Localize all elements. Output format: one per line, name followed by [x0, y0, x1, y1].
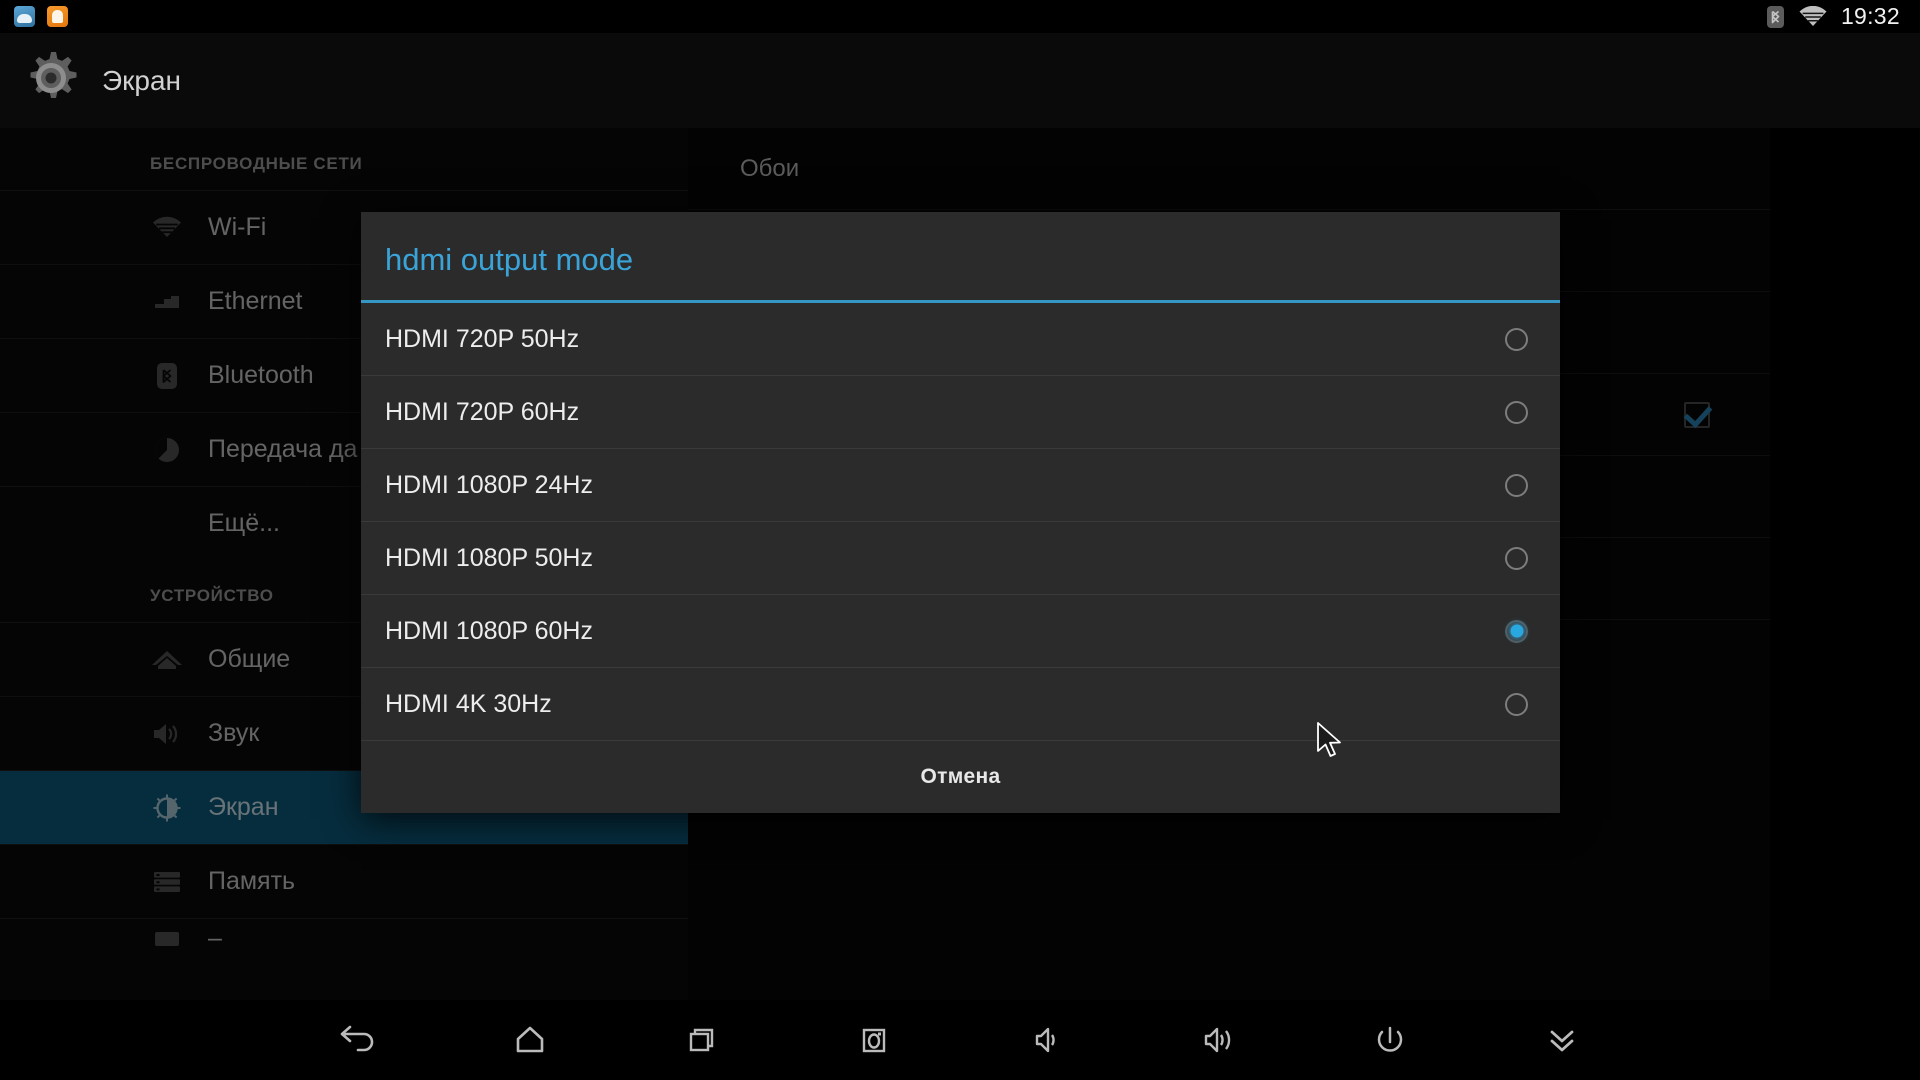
- option-row[interactable]: HDMI 720P 60Hz: [361, 376, 1560, 449]
- option-row-selected[interactable]: HDMI 1080P 60Hz: [361, 595, 1560, 668]
- radio-button-selected[interactable]: [1505, 619, 1528, 643]
- gear-icon[interactable]: [22, 49, 80, 112]
- home-icon[interactable]: [502, 1012, 558, 1068]
- downloads-icon: [14, 6, 35, 27]
- collapse-icon[interactable]: [1534, 1012, 1590, 1068]
- back-icon[interactable]: [330, 1012, 386, 1068]
- action-bar: Экран: [0, 33, 1920, 128]
- option-label: HDMI 1080P 50Hz: [385, 543, 593, 572]
- radio-button[interactable]: [1505, 327, 1528, 351]
- option-label: HDMI 720P 60Hz: [385, 397, 580, 426]
- option-row[interactable]: HDMI 720P 50Hz: [361, 303, 1560, 376]
- volume-down-icon[interactable]: [1018, 1012, 1074, 1068]
- status-bar-system[interactable]: 19:32: [1766, 3, 1920, 30]
- option-row[interactable]: HDMI 4K 30Hz: [361, 668, 1560, 741]
- app-icon-orange: [47, 6, 68, 27]
- dialog-title-bar: hdmi output mode: [361, 212, 1560, 300]
- radio-button[interactable]: [1505, 473, 1528, 497]
- radio-button[interactable]: [1505, 546, 1528, 570]
- screenshot-icon[interactable]: [846, 1012, 902, 1068]
- dialog-title: hdmi output mode: [385, 242, 634, 277]
- volume-up-icon[interactable]: [1190, 1012, 1246, 1068]
- power-icon[interactable]: [1362, 1012, 1418, 1068]
- hdmi-output-mode-dialog: hdmi output mode HDMI 720P 50Hz HDMI 720…: [361, 212, 1560, 813]
- option-row[interactable]: HDMI 1080P 24Hz: [361, 449, 1560, 522]
- android-settings-screen: 19:32 Экран БЕСПРОВОДНЫЕ СЕТИ: [0, 0, 1920, 1080]
- recents-icon[interactable]: [674, 1012, 730, 1068]
- option-row[interactable]: HDMI 1080P 50Hz: [361, 522, 1560, 595]
- option-label: HDMI 1080P 24Hz: [385, 470, 593, 499]
- page-title: Экран: [102, 64, 181, 96]
- radio-button[interactable]: [1505, 400, 1528, 424]
- option-label: HDMI 720P 50Hz: [385, 324, 580, 353]
- option-label: HDMI 1080P 60Hz: [385, 616, 593, 645]
- cancel-button[interactable]: Отмена: [921, 765, 1001, 789]
- dialog-footer: Отмена: [361, 741, 1560, 813]
- radio-button[interactable]: [1505, 692, 1528, 716]
- option-label: HDMI 4K 30Hz: [385, 689, 552, 718]
- status-bar-clock: 19:32: [1840, 3, 1900, 29]
- bluetooth-icon: [1766, 5, 1785, 29]
- status-bar: 19:32: [0, 0, 1920, 33]
- status-bar-notifications[interactable]: [0, 6, 68, 27]
- wifi-icon: [1799, 5, 1827, 28]
- system-navigation-bar: [0, 1000, 1920, 1080]
